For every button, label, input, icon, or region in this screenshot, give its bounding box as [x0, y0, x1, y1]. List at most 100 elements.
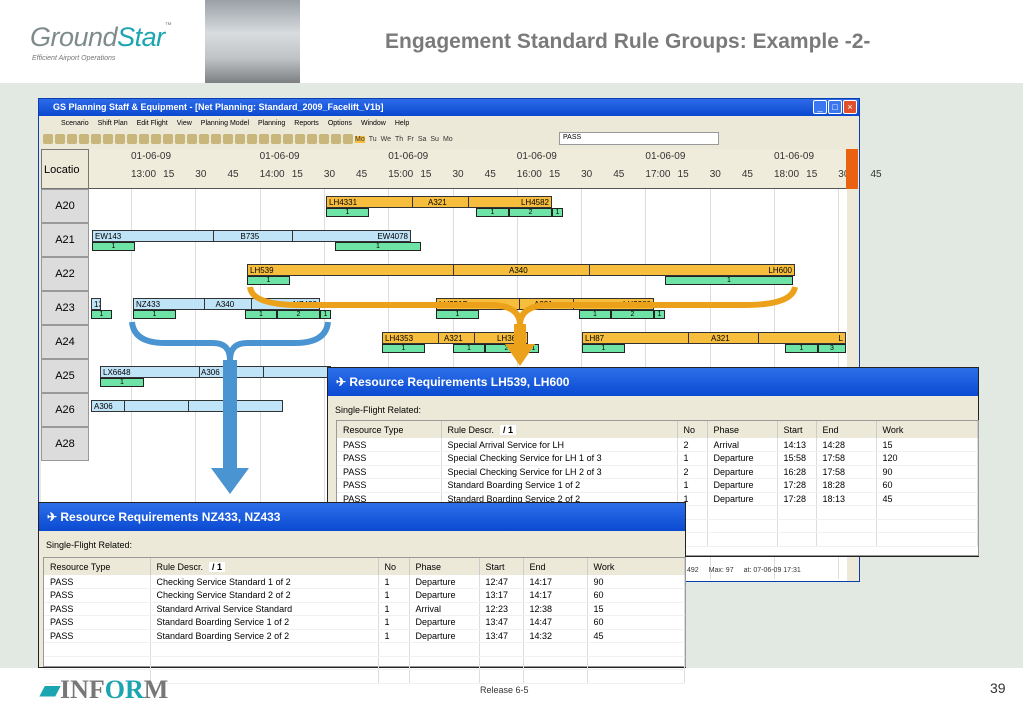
empty-cell: [816, 532, 877, 547]
column-header-resource-type[interactable]: Resource Type: [44, 558, 151, 575]
empty-cell: [777, 519, 817, 533]
blue-brace: [129, 321, 331, 361]
column-header-no[interactable]: No: [378, 558, 410, 575]
sort-indicator: / 1: [500, 424, 517, 435]
table-cell: Departure: [409, 615, 480, 630]
dialog-title-text: Resource Requirements NZ433, NZ433: [60, 510, 281, 524]
table-cell: 18:13: [816, 492, 877, 506]
table-cell: 17:58: [816, 465, 877, 479]
empty-cell: [44, 656, 151, 670]
dialog-title: ✈ Resource Requirements LH539, LH600: [328, 368, 978, 396]
table-row[interactable]: PASS Standard Boarding Service 2 of 2 1 Dep…: [44, 629, 685, 643]
table-cell: 12:47: [479, 575, 524, 589]
table-cell: 15: [876, 438, 978, 452]
empty-cell: [876, 519, 978, 533]
table-cell: PASS: [44, 575, 151, 589]
table-cell: 45: [876, 492, 978, 506]
table-row[interactable]: PASS Standard Arrival Service Standard 1 Ar…: [44, 602, 685, 616]
table-row[interactable]: PASS Checking Service Standard 1 of 2 1 Dep…: [44, 575, 685, 589]
table-row[interactable]: PASS Special Arrival Service for LH 2 Arriv…: [337, 438, 978, 452]
column-header-no[interactable]: No: [677, 421, 708, 438]
table-cell: 2: [677, 438, 708, 452]
empty-cell: [876, 532, 978, 547]
blue-arrow-head: [211, 468, 249, 494]
table-cell: Standard Boarding Service 1 of 2: [441, 478, 678, 493]
empty-cell: [479, 669, 524, 684]
dialog-subtitle: Single-Flight Related:: [46, 540, 133, 550]
table-row[interactable]: PASS Standard Boarding Service 1 of 2 1 Dep…: [44, 615, 685, 630]
table-cell: 1: [378, 588, 410, 603]
column-header-rule-descr[interactable]: Rule Descr. / 1: [150, 558, 379, 575]
table-cell: 17:28: [777, 478, 817, 493]
table-row[interactable]: PASS Special Checking Service for LH 2 of…: [337, 465, 978, 479]
header-label: Rule Descr.: [156, 561, 204, 572]
table-cell: 17:28: [777, 492, 817, 506]
table-cell: 13:17: [479, 588, 524, 603]
table-cell: 60: [587, 615, 685, 630]
orange-arrow-shaft: [514, 324, 526, 344]
column-header-rule-descr[interactable]: Rule Descr. / 1: [441, 421, 678, 438]
table-cell: Standard Boarding Service 2 of 2: [150, 629, 379, 643]
table-cell: Standard Arrival Service Standard: [150, 602, 379, 616]
resource-requirements-dialog-nz: ✈ Resource Requirements NZ433, NZ433 Sin…: [38, 502, 686, 684]
table-cell: 45: [587, 629, 685, 643]
table-cell: 60: [587, 588, 685, 603]
empty-cell: [479, 656, 524, 670]
table-cell: Departure: [707, 465, 778, 479]
empty-cell: [876, 505, 978, 520]
empty-cell: [378, 656, 410, 670]
empty-cell: [150, 669, 379, 684]
empty-cell: [707, 505, 778, 520]
column-header-work[interactable]: Work: [876, 421, 978, 438]
empty-cell: [707, 532, 778, 547]
header-label: Rule Descr.: [447, 424, 495, 435]
table-cell: 1: [378, 602, 410, 616]
table-cell: Departure: [707, 492, 778, 506]
column-header-phase[interactable]: Phase: [707, 421, 778, 438]
table-cell: 12:23: [479, 602, 524, 616]
column-header-start[interactable]: Start: [479, 558, 524, 575]
table-cell: 13:47: [479, 615, 524, 630]
requirements-table: Resource Type Rule Descr. / 1 No Phase Start E…: [43, 557, 686, 684]
column-header-end[interactable]: End: [816, 421, 877, 438]
empty-cell: [587, 642, 685, 657]
header-label: End: [822, 424, 839, 435]
table-cell: 1: [677, 478, 708, 493]
empty-cell: [816, 519, 877, 533]
header-label: Resource Type: [50, 561, 111, 572]
header-label: No: [683, 424, 696, 435]
table-row[interactable]: PASS Checking Service Standard 2 of 2 1 Dep…: [44, 588, 685, 603]
table-cell: Checking Service Standard 1 of 2: [150, 575, 379, 589]
table-cell: Checking Service Standard 2 of 2: [150, 588, 379, 603]
header-label: Phase: [415, 561, 442, 572]
dialog-title: ✈ Resource Requirements NZ433, NZ433: [39, 503, 685, 531]
table-row[interactable]: PASS Special Checking Service for LH 1 of…: [337, 451, 978, 466]
empty-cell: [523, 669, 588, 684]
table-cell: 14:17: [523, 588, 588, 603]
table-cell: 16:28: [777, 465, 817, 479]
header-label: Start: [485, 561, 505, 572]
empty-cell: [523, 642, 588, 657]
empty-cell: [150, 656, 379, 670]
table-row[interactable]: PASS Standard Boarding Service 1 of 2 1 Dep…: [337, 478, 978, 493]
table-cell: PASS: [44, 615, 151, 630]
table-cell: Arrival: [409, 602, 480, 616]
table-cell: Departure: [409, 588, 480, 603]
column-header-start[interactable]: Start: [777, 421, 817, 438]
column-header-end[interactable]: End: [523, 558, 588, 575]
empty-row: [44, 642, 685, 657]
empty-cell: [409, 669, 480, 684]
header-label: Work: [593, 561, 615, 572]
column-header-work[interactable]: Work: [587, 558, 685, 575]
empty-cell: [587, 669, 685, 684]
table-cell: Departure: [707, 478, 778, 493]
table-cell: 1: [677, 451, 708, 466]
column-header-resource-type[interactable]: Resource Type: [337, 421, 442, 438]
table-cell: 90: [876, 465, 978, 479]
header-label: Resource Type: [343, 424, 404, 435]
header-label: End: [529, 561, 546, 572]
column-header-phase[interactable]: Phase: [409, 558, 480, 575]
table-cell: PASS: [337, 438, 442, 452]
blue-arrow-shaft: [223, 360, 237, 468]
table-cell: 90: [587, 575, 685, 589]
